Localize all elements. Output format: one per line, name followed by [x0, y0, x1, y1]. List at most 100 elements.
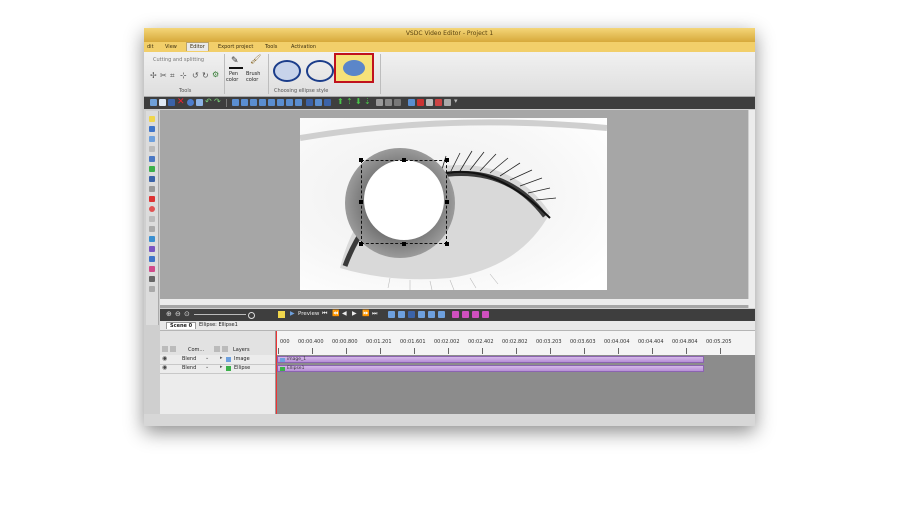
move-down-icon[interactable]: ⬇ [355, 97, 362, 106]
pen-color-button[interactable]: ✎ Pen color [226, 54, 246, 86]
brush-color-button[interactable]: 🖌 Brush color [246, 54, 266, 86]
marker-out-icon[interactable] [398, 311, 405, 318]
dropdown-arrow-icon[interactable]: ▾ [454, 97, 458, 105]
settings-icon[interactable] [444, 99, 451, 106]
keyframe-icon[interactable] [472, 311, 479, 318]
timeline-scrollbar[interactable] [144, 414, 755, 426]
scene-canvas[interactable] [300, 118, 607, 290]
prev-frame-icon[interactable]: ◀ [342, 310, 347, 317]
preview-label[interactable]: Preview [298, 311, 319, 317]
subtitle-tool-icon[interactable] [149, 166, 155, 172]
copy-icon[interactable] [196, 99, 203, 106]
undo-icon[interactable]: ↶ [205, 97, 212, 106]
menu-export-project[interactable]: Export project [215, 43, 256, 51]
resize-handle[interactable] [402, 158, 406, 162]
effects-track-icon[interactable] [452, 311, 459, 318]
view-icon[interactable] [408, 99, 415, 106]
toggle-all-icon[interactable] [162, 346, 168, 352]
menu-editor[interactable]: Editor [186, 42, 209, 51]
chart-tool-icon[interactable] [149, 236, 155, 242]
add-object-icon[interactable] [150, 99, 157, 106]
play-icon[interactable]: ▶ [290, 310, 295, 317]
marker-icon[interactable] [435, 99, 442, 106]
resize-handle[interactable] [359, 158, 363, 162]
snap-icon[interactable]: ⊹ [180, 71, 187, 80]
effects-icon[interactable]: ⚙ [212, 70, 219, 79]
zoom-out-icon[interactable]: ⊖ [175, 310, 181, 318]
curve-tool-icon[interactable] [149, 226, 155, 232]
audio-tool-icon[interactable] [149, 266, 155, 272]
crop-tool-icon[interactable] [426, 99, 433, 106]
add-text-icon[interactable] [159, 99, 166, 106]
same-height-icon[interactable] [295, 99, 302, 106]
resize-handle[interactable] [445, 242, 449, 246]
go-end-icon[interactable]: ⏭ [372, 310, 377, 318]
expand-arrow-icon[interactable]: ▸ [220, 355, 223, 361]
align-left-icon[interactable] [232, 99, 239, 106]
video-tool-icon[interactable] [149, 126, 155, 132]
image-tool-icon[interactable] [149, 136, 155, 142]
tab-scene-0[interactable]: Scene 0 [166, 322, 197, 329]
menu-edit[interactable]: dit [144, 43, 157, 51]
ellipse-style-outline-fill[interactable] [273, 60, 301, 82]
line-tool-icon[interactable] [149, 146, 155, 152]
center-icon[interactable] [324, 99, 331, 106]
split-icon[interactable] [408, 311, 415, 318]
align-middle-icon[interactable] [268, 99, 275, 106]
ungroup-icon[interactable] [385, 99, 392, 106]
transition-icon[interactable] [462, 311, 469, 318]
rectangle-tool-icon[interactable] [149, 176, 155, 182]
tab-ellipse[interactable]: Ellipse: Ellipse1 [196, 322, 241, 328]
zoom-slider-thumb[interactable] [248, 312, 255, 319]
record-icon[interactable] [417, 99, 424, 106]
remove-keyframe-icon[interactable] [482, 311, 489, 318]
menu-activation[interactable]: Activation [288, 43, 319, 51]
move-up-icon[interactable]: ⬆ [337, 97, 344, 106]
vertical-scrollbar[interactable] [749, 110, 755, 308]
resize-handle[interactable] [402, 242, 406, 246]
preview-settings-icon[interactable] [278, 311, 285, 318]
text-tool-icon[interactable] [149, 156, 155, 162]
expand-icon[interactable] [214, 346, 220, 352]
circle-icon[interactable] [187, 99, 194, 106]
polygon-tool-icon[interactable] [149, 216, 155, 222]
scissors-icon[interactable]: ✂ [160, 71, 167, 80]
lock-all-icon[interactable] [170, 346, 176, 352]
freehand-tool-icon[interactable] [149, 186, 155, 192]
delete-icon[interactable]: ✕ [177, 97, 185, 107]
ellipse-tool-icon[interactable] [149, 206, 155, 212]
layer-row[interactable]: ◉ Blend ⌄ ▸ Ellipse [160, 364, 275, 374]
effects-tool-icon[interactable] [149, 286, 155, 292]
chart-view-icon[interactable] [438, 311, 445, 318]
sprite-tool-icon[interactable] [149, 246, 155, 252]
resize-handle[interactable] [359, 242, 363, 246]
rotate-left-icon[interactable]: ↺ [192, 71, 199, 80]
lock-icon[interactable] [394, 99, 401, 106]
zoom-slider[interactable] [194, 314, 246, 315]
step-forward-icon[interactable]: ⏩ [362, 310, 369, 317]
crop-icon[interactable]: ⌗ [170, 71, 175, 81]
timeline-ruler[interactable]: 000 00:00.400 00:00.800 00:01.201 00:01.… [275, 331, 755, 355]
zoom-fit-icon[interactable]: ⊙ [184, 310, 190, 318]
audio-wave-icon[interactable] [428, 311, 435, 318]
composition-column[interactable]: Com... [188, 347, 204, 353]
marker-in-icon[interactable] [388, 311, 395, 318]
blend-mode-select[interactable]: Blend [182, 356, 196, 362]
resize-handle[interactable] [445, 158, 449, 162]
chevron-down-icon[interactable]: ⌄ [205, 364, 209, 370]
go-start-icon[interactable]: ⏮ [322, 310, 327, 318]
ellipse-clip[interactable]: Ellipse1 [277, 365, 704, 372]
image-clip[interactable]: image_1 [277, 356, 704, 363]
align-top-icon[interactable] [259, 99, 266, 106]
record-tool-icon[interactable] [149, 196, 155, 202]
menu-tools[interactable]: Tools [262, 43, 280, 51]
redo-icon[interactable]: ↷ [214, 97, 221, 106]
ellipse-style-outline[interactable] [306, 60, 334, 82]
layer-name[interactable]: Image [234, 356, 250, 362]
menu-view[interactable]: View [162, 43, 180, 51]
chevron-down-icon[interactable]: ⌄ [205, 355, 209, 361]
align-right-icon[interactable] [250, 99, 257, 106]
eye-icon[interactable]: ◉ [162, 364, 167, 371]
group-icon[interactable] [376, 99, 383, 106]
layer-name[interactable]: Ellipse [234, 365, 250, 371]
